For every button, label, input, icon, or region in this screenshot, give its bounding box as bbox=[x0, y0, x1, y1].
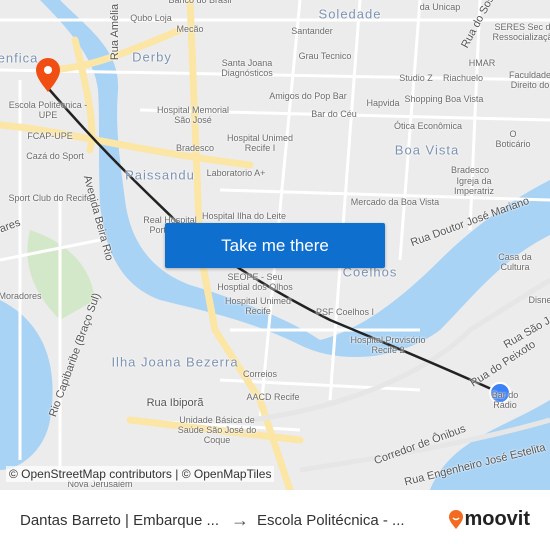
poi-label: Studio Z bbox=[399, 73, 433, 83]
poi-label: Bradesco bbox=[450, 165, 490, 175]
area-label: Derby bbox=[132, 49, 172, 65]
poi-label: Santa Joana Diagnósticos bbox=[221, 58, 273, 78]
poi-label: Santander bbox=[291, 26, 333, 36]
area-label: Boa Vista bbox=[394, 142, 460, 158]
poi-label: Hospital Provisório Recife 2 bbox=[350, 335, 426, 355]
moovit-pin-icon bbox=[449, 509, 464, 529]
poi-label: Bradesco bbox=[175, 143, 215, 153]
take-me-there-button[interactable]: Take me there bbox=[165, 223, 385, 268]
poi-label: Unidade Básica de Saúde São José do Coqu… bbox=[177, 415, 257, 445]
poi-label: PSF Coelhos I bbox=[315, 307, 375, 317]
poi-label: AACD Recife bbox=[246, 392, 300, 402]
poi-label: Mercado da Boa Vista bbox=[350, 197, 440, 207]
poi-label: Hapvida bbox=[366, 98, 400, 108]
poi-label: Escola Politécnica - UPE bbox=[8, 100, 88, 120]
poi-label: Sport Club do Recife bbox=[8, 193, 92, 203]
origin-name: Dantas Barreto | Embarque ... bbox=[20, 511, 219, 529]
area-label: Soledade bbox=[318, 6, 382, 22]
map[interactable]: Soledade Derby Paissandu Boa Vista Coelhos Il… bbox=[0, 0, 550, 490]
poi-label: Moradores bbox=[0, 291, 42, 301]
poi-label: Laboratorio A+ bbox=[206, 168, 266, 178]
poi-label: Shopping Boa Vista bbox=[404, 94, 484, 104]
area-label: enfica bbox=[0, 50, 39, 66]
poi-label: Banco do Brasil bbox=[168, 0, 232, 5]
poi-label: Igreja da Imperatriz bbox=[453, 176, 494, 196]
poi-label: Faculdade Direito do bbox=[508, 70, 550, 90]
poi-label: da Unicap bbox=[419, 2, 461, 12]
area-label: Ilha Joana Bezerra bbox=[111, 354, 239, 370]
poi-label: Bar do Rádio bbox=[491, 390, 519, 410]
moovit-logo[interactable]: moovit bbox=[448, 508, 530, 531]
arrow-right-icon: → bbox=[231, 509, 249, 530]
poi-label: HMAR bbox=[468, 58, 496, 68]
street-label: Rua Amélia bbox=[109, 3, 121, 61]
street-label: Rua Ibiporã bbox=[146, 397, 204, 409]
poi-label: Cazá do Sport bbox=[26, 151, 84, 161]
brand-name: moovit bbox=[464, 508, 530, 530]
poi-label: Correios bbox=[242, 369, 278, 379]
destination-name: Escola Politécnica - ... bbox=[257, 511, 405, 529]
poi-label: Hospital Unimed Recife bbox=[224, 296, 292, 316]
poi-label: SEOPE - Seu Hosptial dos Olhos bbox=[217, 272, 293, 292]
poi-label: Hospital Unimed Recife I bbox=[226, 133, 294, 153]
poi-label: O Boticário bbox=[495, 129, 531, 149]
poi-label: SERES Sec de Ressocialização bbox=[492, 22, 550, 42]
south-water bbox=[0, 300, 53, 470]
poi-label: Amigos do Pop Bar bbox=[269, 91, 347, 101]
poi-label: Mecão bbox=[176, 24, 204, 34]
poi-label: Bar do Céu bbox=[311, 109, 357, 119]
destination-pin-icon bbox=[36, 58, 60, 92]
poi-label: Riachuelo bbox=[442, 73, 484, 83]
poi-label: Qubo Loja bbox=[130, 13, 172, 23]
poi-label: Casa da Cultura bbox=[498, 252, 532, 272]
poi-label: Disne bbox=[528, 295, 550, 305]
map-attribution[interactable]: © OpenStreetMap contributors | © OpenMap… bbox=[6, 466, 275, 482]
area-label: Paissandu bbox=[125, 167, 195, 183]
poi-label: Ótica Econômica bbox=[393, 121, 463, 131]
poi-label: FCAP-UPE bbox=[27, 131, 73, 141]
poi-label: Grau Tecnico bbox=[298, 51, 352, 61]
poi-label: Hospital Memorial São José bbox=[156, 105, 230, 125]
